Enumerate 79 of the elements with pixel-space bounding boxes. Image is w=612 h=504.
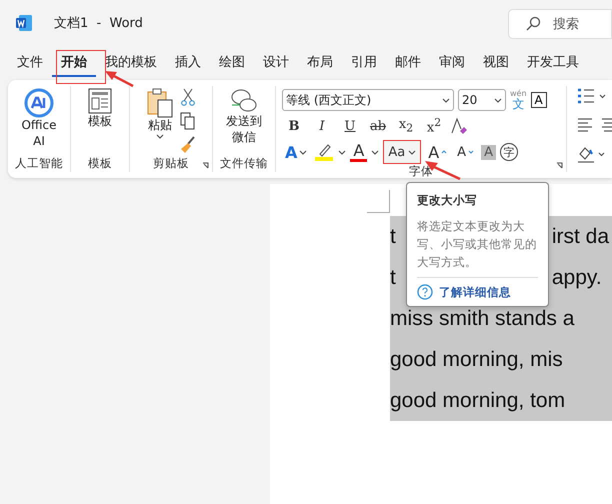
- ribbon-tab[interactable]: 审阅: [430, 49, 474, 77]
- learn-more-link[interactable]: 了解详细信息: [417, 277, 538, 300]
- shrink-font-button[interactable]: A: [454, 140, 478, 164]
- grow-font-button[interactable]: A: [425, 140, 450, 164]
- highlighter-icon[interactable]: [314, 143, 334, 161]
- group-label: 字体: [409, 164, 433, 178]
- ribbon-tab[interactable]: 绘图: [210, 49, 254, 77]
- font-size-field[interactable]: 20: [458, 89, 506, 111]
- document-text: irst da: [552, 224, 610, 250]
- format-button[interactable]: x$_{2}$: [394, 115, 418, 137]
- caret-icon: [156, 134, 164, 139]
- format-button[interactable]: B: [282, 115, 306, 137]
- tooltip-title: 更改大小写: [417, 193, 478, 208]
- ribbon-tab[interactable]: 文件: [8, 49, 52, 77]
- brush-icon[interactable]: [180, 136, 196, 154]
- clipboard-icon: [146, 88, 174, 118]
- paste-button[interactable]: 粘贴: [146, 88, 174, 139]
- text-effects-button[interactable]: A: [282, 140, 310, 164]
- search-field[interactable]: 搜索: [508, 9, 612, 39]
- document-text: good morning, tom: [390, 388, 566, 414]
- character-shading-button[interactable]: A: [481, 144, 496, 160]
- caret-icon: [442, 98, 450, 102]
- word-logo-icon: [16, 15, 32, 31]
- caret-icon: [494, 98, 502, 102]
- chat-bubbles-icon: [230, 88, 258, 114]
- caret-icon: [371, 150, 380, 154]
- ribbon-tab[interactable]: 设计: [254, 49, 298, 77]
- clear-format-icon[interactable]: [450, 117, 468, 135]
- caret-icon: [338, 150, 346, 154]
- window-title: 文档1 - Word: [54, 15, 144, 32]
- scissors-icon[interactable]: [180, 88, 196, 106]
- document-text: appy.: [552, 265, 602, 291]
- group-label: 剪贴板: [153, 156, 189, 172]
- phonetic-guide-button[interactable]: wén 文: [510, 90, 527, 110]
- caret-icon: [299, 150, 308, 154]
- ai-logo-icon: [24, 88, 54, 118]
- template-icon: [88, 88, 112, 114]
- send-to-wechat-button[interactable]: 发送到微信: [223, 88, 265, 146]
- search-icon: [525, 16, 541, 32]
- align-icon[interactable]: [577, 118, 612, 132]
- ribbon-tab[interactable]: 布局: [298, 49, 342, 77]
- ribbon-tab[interactable]: 开发工具: [518, 49, 588, 77]
- ribbon-tab[interactable]: 我的模板: [96, 49, 166, 77]
- document-text: good morning, mis: [390, 347, 563, 373]
- highlight-frame: [56, 50, 106, 84]
- paint-bucket-icon[interactable]: [577, 146, 607, 164]
- change-case-button[interactable]: Aa: [383, 140, 422, 164]
- dialog-launcher-icon[interactable]: [202, 162, 209, 169]
- group-label: 人工智能: [15, 156, 63, 172]
- down-chevron-icon: [468, 150, 474, 154]
- group-label: 文件传输: [220, 156, 268, 172]
- format-button[interactable]: x$^{2}$: [422, 115, 446, 137]
- office-ai-button[interactable]: Office AI: [13, 88, 65, 150]
- copy-icon[interactable]: [180, 112, 196, 130]
- character-border-button[interactable]: A: [530, 92, 547, 108]
- margin-corner-mark: [367, 190, 390, 213]
- caret-icon: [408, 150, 416, 154]
- document-text: t: [390, 265, 396, 291]
- template-button[interactable]: 模板: [86, 88, 114, 130]
- up-chevron-icon: [441, 150, 448, 154]
- bullet-list-icon[interactable]: [577, 88, 607, 104]
- ribbon-tab[interactable]: 引用: [342, 49, 386, 77]
- font-color-button[interactable]: A: [350, 142, 368, 162]
- ribbon-tab[interactable]: 插入: [166, 49, 210, 77]
- ribbon-tab[interactable]: 开始: [52, 49, 96, 77]
- ribbon-tab[interactable]: 邮件: [386, 49, 430, 77]
- format-button[interactable]: I: [310, 115, 334, 137]
- format-button[interactable]: ab: [366, 115, 390, 137]
- enclose-character-button[interactable]: 字: [500, 143, 518, 161]
- font-name-field[interactable]: 等线 (西文正文): [282, 89, 454, 111]
- tooltip-description: 将选定文本更改为大写、小写或其他常见的大写方式。: [417, 218, 538, 271]
- annotation-arrow: [104, 70, 134, 88]
- format-button[interactable]: U: [338, 115, 362, 137]
- document-text: miss smith stands a: [390, 306, 574, 332]
- help-icon: [417, 284, 433, 300]
- dialog-launcher-icon[interactable]: [556, 162, 563, 169]
- ribbon-tab[interactable]: 视图: [474, 49, 518, 77]
- group-label: 模板: [88, 156, 112, 172]
- document-text: t: [390, 224, 396, 250]
